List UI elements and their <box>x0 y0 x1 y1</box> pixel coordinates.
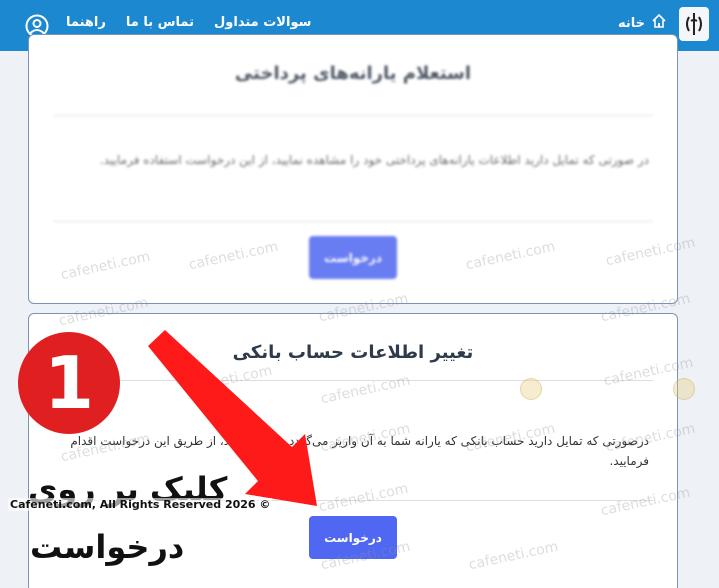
card-divider <box>53 380 653 381</box>
nav-link-help[interactable]: راهنما <box>66 15 106 30</box>
nav-link-faq[interactable]: سوالات متداول <box>214 15 311 30</box>
home-icon <box>651 13 667 33</box>
nav-home-link[interactable]: خانه <box>618 13 667 33</box>
step-number-badge: 1 <box>18 332 120 434</box>
card-title: استعلام یارانه‌های پرداختی <box>234 63 472 84</box>
card-description: درصورتی که تمایل دارید حساب بانکی که یار… <box>70 434 649 468</box>
nav-link-contact[interactable]: تماس با ما <box>126 15 194 30</box>
nav-links: سوالات متداول تماس با ما راهنما <box>66 15 311 30</box>
service-card-subsidy-inquiry: استعلام یارانه‌های پرداختی در صورتی که ت… <box>28 34 678 304</box>
card-divider <box>53 115 653 116</box>
request-button-bank-account-change[interactable]: درخواست <box>309 516 397 559</box>
annotation-request-text: درخواست <box>30 528 185 566</box>
emblem-icon[interactable] <box>679 7 709 41</box>
card-description: در صورتی که تمایل دارید اطلاعات یارانه‌ه… <box>99 153 649 167</box>
card-title: تغییر اطلاعات حساب بانکی <box>232 342 474 363</box>
nav-home-label: خانه <box>617 15 645 31</box>
request-button-subsidy-inquiry[interactable]: درخواست <box>309 236 397 279</box>
copyright-text: Cafeneti.com, All Rights Reserved 2026 © <box>8 498 273 511</box>
card-divider <box>53 221 653 222</box>
